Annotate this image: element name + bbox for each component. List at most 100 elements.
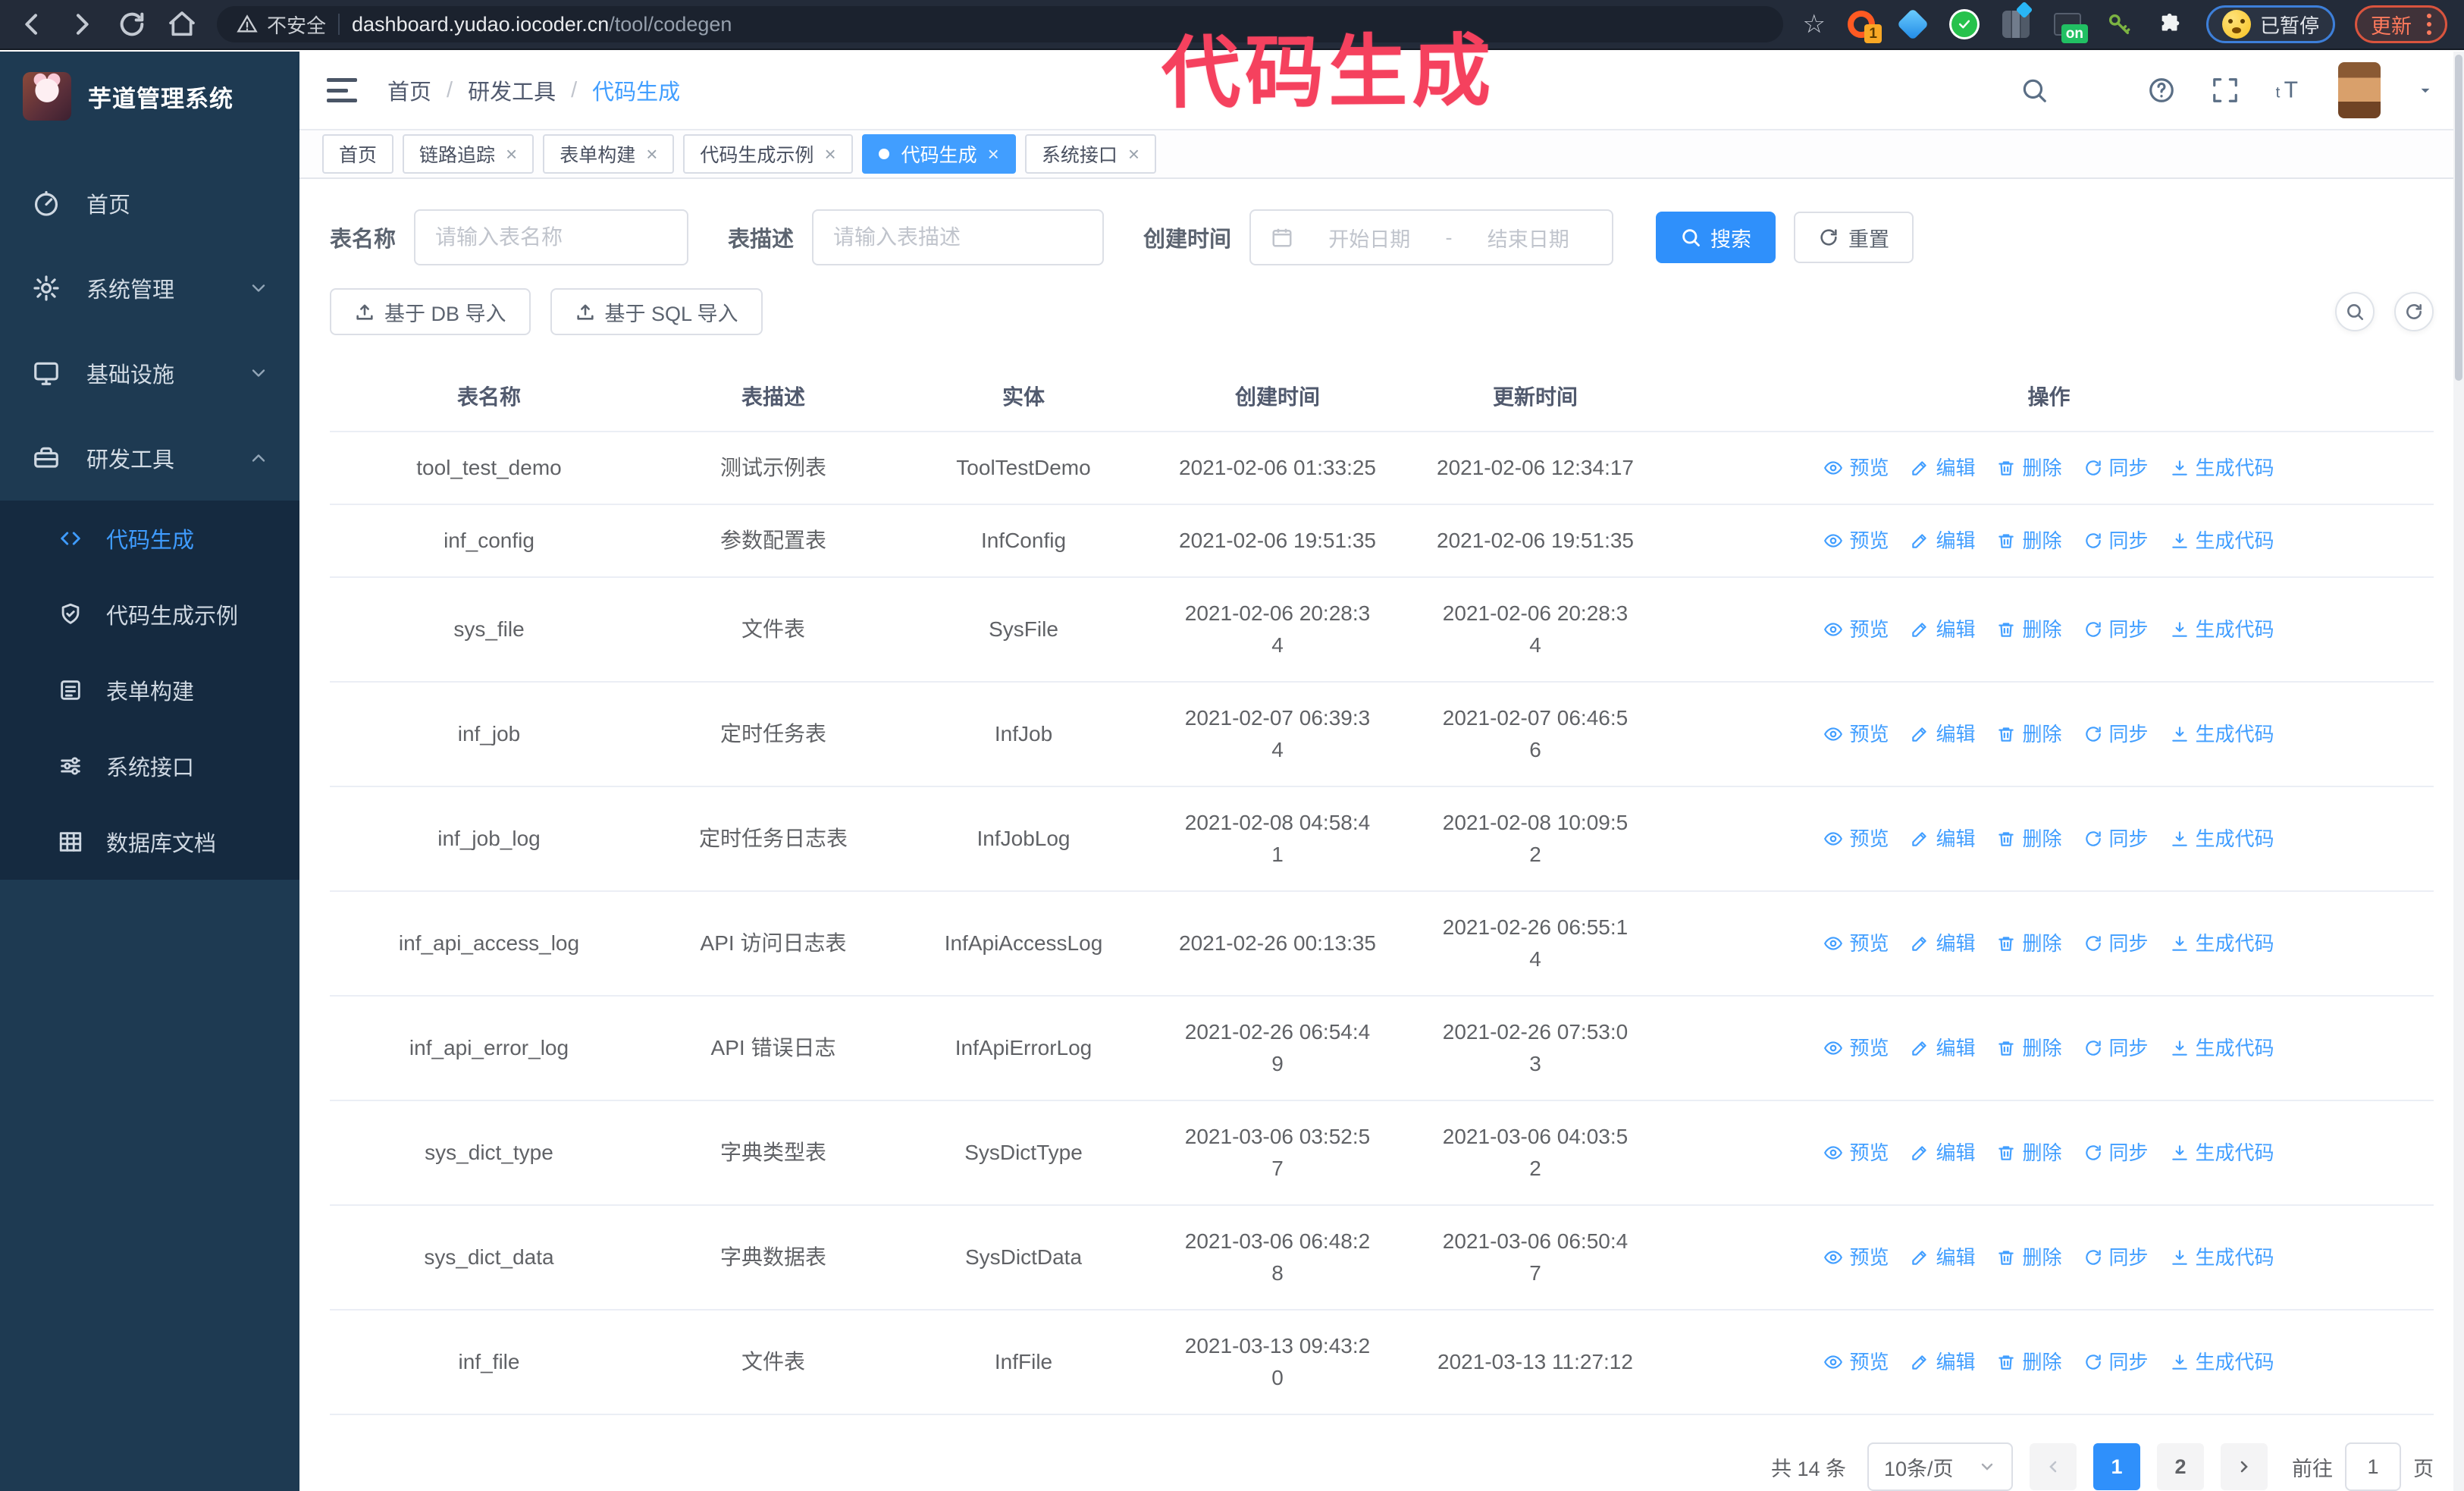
action-download-link[interactable]: 生成代码 bbox=[2170, 1241, 2274, 1273]
tab-代码生成示例[interactable]: 代码生成示例 × bbox=[683, 134, 853, 174]
search-icon[interactable] bbox=[2020, 76, 2049, 105]
page-button-2[interactable]: 2 bbox=[2157, 1443, 2204, 1490]
back-icon[interactable] bbox=[17, 9, 47, 39]
action-trash-link[interactable]: 删除 bbox=[1996, 452, 2062, 484]
refresh-table-button[interactable] bbox=[2394, 292, 2434, 331]
start-date-placeholder[interactable]: 开始日期 bbox=[1306, 223, 1434, 253]
fontsize-icon[interactable]: tT bbox=[2274, 76, 2303, 105]
action-sync-link[interactable]: 同步 bbox=[2083, 452, 2149, 484]
action-eye-link[interactable]: 预览 bbox=[1823, 823, 1889, 855]
action-sync-link[interactable]: 同步 bbox=[2083, 1137, 2149, 1169]
action-edit-link[interactable]: 编辑 bbox=[1910, 525, 1975, 557]
home-icon[interactable] bbox=[167, 9, 197, 39]
reset-button[interactable]: 重置 bbox=[1794, 212, 1914, 263]
action-edit-link[interactable]: 编辑 bbox=[1910, 452, 1975, 484]
sidebar-item-monitor[interactable]: 基础设施 bbox=[0, 331, 299, 416]
action-download-link[interactable]: 生成代码 bbox=[2170, 1032, 2274, 1064]
github-icon[interactable] bbox=[2083, 76, 2112, 105]
table-name-input[interactable] bbox=[435, 225, 668, 250]
help-icon[interactable] bbox=[2147, 76, 2176, 105]
sidebar-item-toolbox[interactable]: 研发工具 bbox=[0, 416, 299, 501]
next-page-button[interactable] bbox=[2221, 1443, 2268, 1490]
page-size-select[interactable]: 10条/页 bbox=[1867, 1442, 2013, 1491]
action-edit-link[interactable]: 编辑 bbox=[1910, 823, 1975, 855]
tab-首页[interactable]: 首页 bbox=[322, 134, 394, 174]
action-download-link[interactable]: 生成代码 bbox=[2170, 823, 2274, 855]
forward-icon[interactable] bbox=[67, 9, 97, 39]
sidebar-subitem-dbtable[interactable]: 数据库文档 bbox=[0, 804, 299, 880]
security-indicator[interactable]: 不安全 bbox=[237, 11, 326, 39]
close-icon[interactable]: × bbox=[1128, 143, 1140, 166]
close-icon[interactable]: × bbox=[506, 143, 517, 166]
breadcrumb-item-devtools[interactable]: 研发工具 bbox=[468, 74, 556, 106]
blue-gem-extension-icon[interactable] bbox=[1896, 8, 1930, 41]
user-avatar[interactable] bbox=[2338, 62, 2381, 119]
action-edit-link[interactable]: 编辑 bbox=[1910, 1241, 1975, 1273]
action-eye-link[interactable]: 预览 bbox=[1823, 1346, 1889, 1378]
action-edit-link[interactable]: 编辑 bbox=[1910, 928, 1975, 959]
action-download-link[interactable]: 生成代码 bbox=[2170, 452, 2274, 484]
tab-表单构建[interactable]: 表单构建 × bbox=[543, 134, 675, 174]
sql-import-button[interactable]: 基于 SQL 导入 bbox=[550, 288, 763, 335]
action-sync-link[interactable]: 同步 bbox=[2083, 614, 2149, 645]
breadcrumb-item-home[interactable]: 首页 bbox=[387, 74, 431, 106]
profile-chip[interactable]: 已暂停 bbox=[2205, 5, 2335, 43]
goto-page-input[interactable] bbox=[2345, 1442, 2401, 1491]
action-trash-link[interactable]: 删除 bbox=[1996, 1032, 2062, 1064]
close-icon[interactable]: × bbox=[988, 143, 999, 166]
prev-page-button[interactable] bbox=[2030, 1443, 2077, 1490]
action-trash-link[interactable]: 删除 bbox=[1996, 928, 2062, 959]
sidebar-item-gear[interactable]: 系统管理 bbox=[0, 246, 299, 331]
table-desc-input[interactable] bbox=[833, 225, 1083, 250]
page-button-1[interactable]: 1 bbox=[2093, 1443, 2140, 1490]
browser-menu-icon[interactable] bbox=[2427, 14, 2431, 35]
action-trash-link[interactable]: 删除 bbox=[1996, 718, 2062, 750]
hamburger-icon[interactable] bbox=[327, 78, 357, 103]
browser-update-button[interactable]: 更新 bbox=[2355, 5, 2447, 43]
action-sync-link[interactable]: 同步 bbox=[2083, 525, 2149, 557]
db-import-button[interactable]: 基于 DB 导入 bbox=[330, 288, 531, 335]
action-eye-link[interactable]: 预览 bbox=[1823, 1241, 1889, 1273]
action-download-link[interactable]: 生成代码 bbox=[2170, 718, 2274, 750]
sidebar-subitem-code[interactable]: 代码生成 bbox=[0, 501, 299, 576]
tab-链路追踪[interactable]: 链路追踪 × bbox=[403, 134, 534, 174]
action-download-link[interactable]: 生成代码 bbox=[2170, 1137, 2274, 1169]
action-edit-link[interactable]: 编辑 bbox=[1910, 614, 1975, 645]
action-trash-link[interactable]: 删除 bbox=[1996, 1137, 2062, 1169]
action-sync-link[interactable]: 同步 bbox=[2083, 928, 2149, 959]
action-download-link[interactable]: 生成代码 bbox=[2170, 1346, 2274, 1378]
green-key-extension-icon[interactable] bbox=[2103, 8, 2135, 40]
gray-columns-extension-icon[interactable] bbox=[2000, 1, 2033, 40]
action-download-link[interactable]: 生成代码 bbox=[2170, 928, 2274, 959]
action-eye-link[interactable]: 预览 bbox=[1823, 718, 1889, 750]
action-trash-link[interactable]: 删除 bbox=[1996, 1346, 2062, 1378]
scrollbar-thumb[interactable] bbox=[2455, 55, 2462, 381]
action-trash-link[interactable]: 删除 bbox=[1996, 1241, 2062, 1273]
reload-icon[interactable] bbox=[117, 9, 147, 39]
close-icon[interactable]: × bbox=[824, 143, 835, 166]
action-sync-link[interactable]: 同步 bbox=[2083, 823, 2149, 855]
action-edit-link[interactable]: 编辑 bbox=[1910, 718, 1975, 750]
close-icon[interactable]: × bbox=[646, 143, 657, 166]
action-eye-link[interactable]: 预览 bbox=[1823, 1032, 1889, 1064]
action-edit-link[interactable]: 编辑 bbox=[1910, 1346, 1975, 1378]
action-download-link[interactable]: 生成代码 bbox=[2170, 614, 2274, 645]
action-trash-link[interactable]: 删除 bbox=[1996, 614, 2062, 645]
dark-on-extension-icon[interactable]: on bbox=[2052, 8, 2088, 43]
action-trash-link[interactable]: 删除 bbox=[1996, 823, 2062, 855]
fullscreen-icon[interactable] bbox=[2211, 76, 2240, 105]
sidebar-subitem-form[interactable]: 表单构建 bbox=[0, 652, 299, 728]
action-eye-link[interactable]: 预览 bbox=[1823, 525, 1889, 557]
action-edit-link[interactable]: 编辑 bbox=[1910, 1137, 1975, 1169]
toggle-search-button[interactable] bbox=[2335, 292, 2375, 331]
action-eye-link[interactable]: 预览 bbox=[1823, 1137, 1889, 1169]
sidebar-subitem-shield[interactable]: 代码生成示例 bbox=[0, 576, 299, 652]
action-sync-link[interactable]: 同步 bbox=[2083, 718, 2149, 750]
tab-代码生成[interactable]: 代码生成 × bbox=[861, 134, 1016, 174]
action-edit-link[interactable]: 编辑 bbox=[1910, 1032, 1975, 1064]
address-bar[interactable]: 不安全 dashboard.yudao.iocoder.cn/tool/code… bbox=[217, 6, 1783, 42]
action-download-link[interactable]: 生成代码 bbox=[2170, 525, 2274, 557]
orange-ring-extension-icon[interactable]: 1 bbox=[1845, 8, 1882, 43]
action-sync-link[interactable]: 同步 bbox=[2083, 1241, 2149, 1273]
search-button[interactable]: 搜索 bbox=[1656, 212, 1776, 263]
